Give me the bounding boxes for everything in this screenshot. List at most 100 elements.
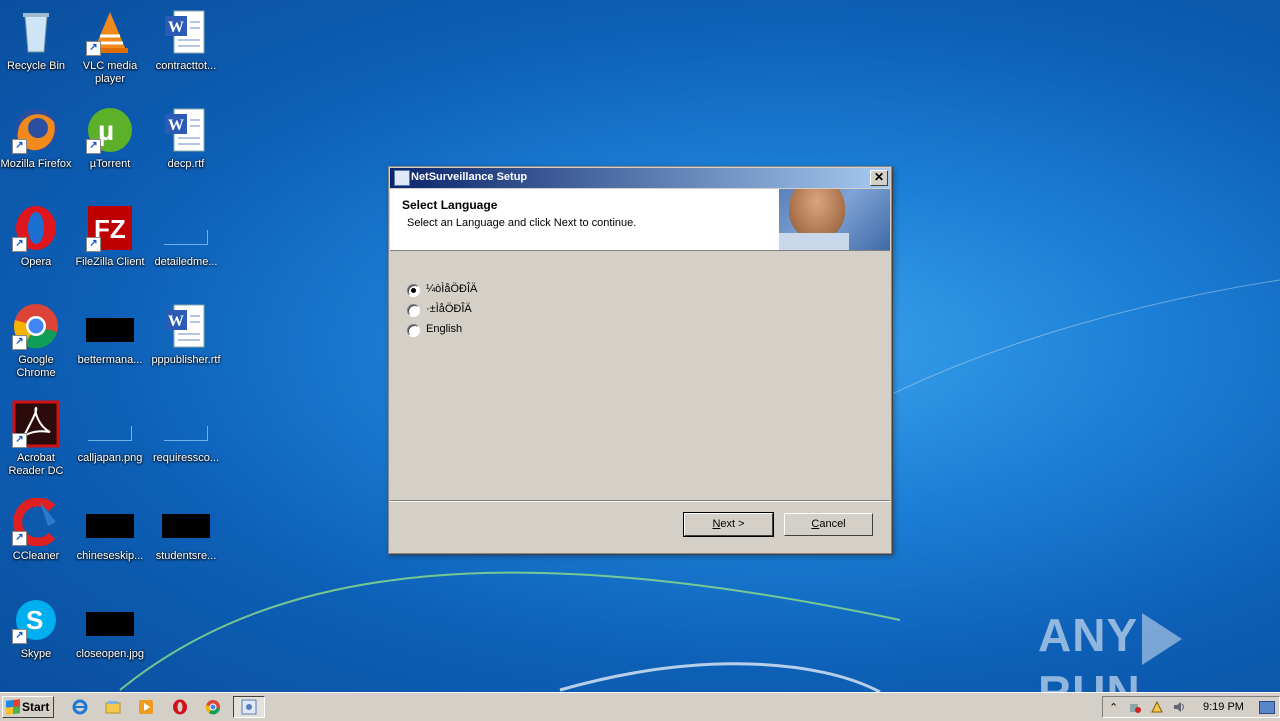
word-doc-icon: W bbox=[162, 106, 210, 154]
blank-file-icon bbox=[162, 204, 210, 252]
volume-icon[interactable] bbox=[1173, 701, 1185, 713]
close-button[interactable]: ✕ bbox=[870, 170, 888, 186]
setup-icon bbox=[241, 699, 257, 715]
icon-label: Skype bbox=[20, 648, 52, 660]
desktop-icon-contracttot[interactable]: W contracttot... bbox=[148, 4, 224, 73]
skype-icon: S ↗ bbox=[12, 596, 60, 644]
icon-label: bettermana... bbox=[77, 354, 143, 366]
desktop-icon-calljapan[interactable]: calljapan.png bbox=[72, 396, 148, 465]
show-hidden-icon[interactable]: ⌃ bbox=[1109, 701, 1121, 714]
filezilla-icon: FZ ↗ bbox=[86, 204, 134, 252]
clock[interactable]: 9:19 PM bbox=[1203, 701, 1244, 713]
svg-text:S: S bbox=[26, 605, 43, 635]
icon-label: closeopen.jpg bbox=[76, 648, 144, 660]
icon-label: detailedme... bbox=[154, 256, 218, 268]
setup-dialog: NetSurveillance Setup ✕ Select Language … bbox=[388, 166, 892, 554]
start-button[interactable]: Start bbox=[2, 696, 54, 718]
opera-icon: ↗ bbox=[12, 204, 60, 252]
desktop-icon-pppublisher[interactable]: W pppublisher.rtf bbox=[148, 298, 224, 367]
icon-label: FileZilla Client bbox=[75, 256, 145, 268]
desktop-icon-closeopen[interactable]: closeopen.jpg bbox=[72, 592, 148, 661]
explorer-icon[interactable] bbox=[105, 699, 121, 715]
header-banner-image bbox=[779, 189, 890, 250]
action-center-icon[interactable] bbox=[1151, 701, 1163, 713]
desktop-icon-bettermana[interactable]: bettermana... bbox=[72, 298, 148, 367]
setup-app-icon bbox=[394, 170, 410, 186]
opera-icon[interactable] bbox=[172, 699, 188, 715]
black-image-icon bbox=[86, 596, 134, 644]
header-title: Select Language bbox=[402, 198, 498, 212]
option-label: ¼òÌåÖÐÎÄ bbox=[426, 283, 478, 295]
icon-label: requiressco... bbox=[152, 452, 220, 464]
shortcut-arrow-icon: ↗ bbox=[86, 237, 101, 252]
black-image-icon bbox=[86, 302, 134, 350]
icon-label: contracttot... bbox=[155, 60, 217, 72]
word-doc-icon: W bbox=[162, 8, 210, 56]
firefox-icon: ↗ bbox=[12, 106, 60, 154]
ie-icon[interactable] bbox=[72, 699, 88, 715]
svg-text:W: W bbox=[168, 117, 184, 134]
icon-label: Google Chrome bbox=[16, 354, 56, 379]
taskbar: Start ⌃ 9:19 PM bbox=[0, 692, 1280, 721]
option-label: English bbox=[426, 323, 463, 335]
shortcut-arrow-icon: ↗ bbox=[12, 237, 27, 252]
media-player-icon[interactable] bbox=[138, 699, 154, 715]
cancel-button[interactable]: Cancel bbox=[784, 513, 873, 536]
desktop-icon-vlc[interactable]: ↗ VLC media player bbox=[72, 4, 148, 86]
blank-file-icon bbox=[86, 400, 134, 448]
windows-flag-icon bbox=[6, 699, 20, 715]
desktop-icon-acrobat[interactable]: ↗ Acrobat Reader DC bbox=[0, 396, 74, 478]
desktop-icon-requiressco[interactable]: requiressco... bbox=[148, 396, 224, 465]
dialog-header: Select Language Select an Language and c… bbox=[390, 189, 890, 251]
desktop-icon-decp[interactable]: W decp.rtf bbox=[148, 102, 224, 171]
icon-label: VLC media player bbox=[82, 60, 138, 85]
ccleaner-icon: ↗ bbox=[12, 497, 60, 547]
desktop-icon-utorrent[interactable]: µ ↗ µTorrent bbox=[72, 102, 148, 171]
play-logo-icon bbox=[1142, 612, 1183, 665]
recycle-bin-icon bbox=[12, 8, 60, 56]
icon-label: CCleaner bbox=[12, 550, 60, 562]
black-image-icon bbox=[86, 498, 134, 546]
desktop-icon-firefox[interactable]: ↗ Mozilla Firefox bbox=[0, 102, 74, 171]
desktop-icon-skype[interactable]: S ↗ Skype bbox=[0, 592, 74, 661]
shortcut-arrow-icon: ↗ bbox=[86, 139, 101, 154]
icon-label: pppublisher.rtf bbox=[151, 354, 221, 366]
desktop-icon-opera[interactable]: ↗ Opera bbox=[0, 200, 74, 269]
desktop-icon-chineseskip[interactable]: chineseskip... bbox=[72, 494, 148, 563]
word-doc-icon: W bbox=[162, 302, 210, 350]
shortcut-arrow-icon: ↗ bbox=[12, 433, 27, 448]
desktop-icon-detailedme[interactable]: detailedme... bbox=[148, 200, 224, 269]
black-image-icon bbox=[162, 498, 210, 546]
desktop-icon-recycle-bin[interactable]: Recycle Bin bbox=[0, 4, 74, 73]
shortcut-arrow-icon: ↗ bbox=[12, 531, 27, 546]
desktop-icon-filezilla[interactable]: FZ ↗ FileZilla Client bbox=[72, 200, 148, 269]
icon-label: calljapan.png bbox=[77, 452, 143, 464]
network-error-icon[interactable] bbox=[1129, 701, 1141, 713]
shortcut-arrow-icon: ↗ bbox=[12, 139, 27, 154]
icon-label: µTorrent bbox=[89, 158, 131, 170]
start-label: Start bbox=[22, 700, 50, 714]
radio-button[interactable] bbox=[407, 284, 420, 297]
desktop-icon-studentsre[interactable]: studentsre... bbox=[148, 494, 224, 563]
system-tray: ⌃ 9:19 PM bbox=[1102, 696, 1280, 718]
icon-label: Mozilla Firefox bbox=[0, 158, 72, 170]
chrome-icon[interactable] bbox=[205, 699, 221, 715]
desktop-icon-ccleaner[interactable]: ↗ CCleaner bbox=[0, 494, 74, 563]
desktop-icon-chrome[interactable]: ↗ Google Chrome bbox=[0, 298, 74, 380]
taskbar-item-setup[interactable] bbox=[233, 696, 265, 718]
icon-label: studentsre... bbox=[155, 550, 217, 562]
next-label: ext > bbox=[720, 518, 745, 530]
icon-label: chineseskip... bbox=[76, 550, 144, 562]
acrobat-icon: ↗ bbox=[12, 400, 60, 448]
radio-button[interactable] bbox=[407, 324, 420, 337]
icon-label: Opera bbox=[20, 256, 52, 268]
next-button[interactable]: Next > bbox=[683, 512, 774, 537]
show-desktop-icon[interactable] bbox=[1259, 701, 1275, 714]
icon-label: Recycle Bin bbox=[6, 60, 66, 72]
radio-button[interactable] bbox=[407, 304, 420, 317]
icon-label: Acrobat Reader DC bbox=[8, 452, 64, 477]
header-subtitle: Select an Language and click Next to con… bbox=[407, 217, 637, 229]
option-label: ·±ÌåÖÐÎÄ bbox=[426, 303, 472, 315]
dialog-titlebar[interactable]: NetSurveillance Setup ✕ bbox=[390, 168, 890, 188]
chrome-icon: ↗ bbox=[12, 302, 60, 350]
